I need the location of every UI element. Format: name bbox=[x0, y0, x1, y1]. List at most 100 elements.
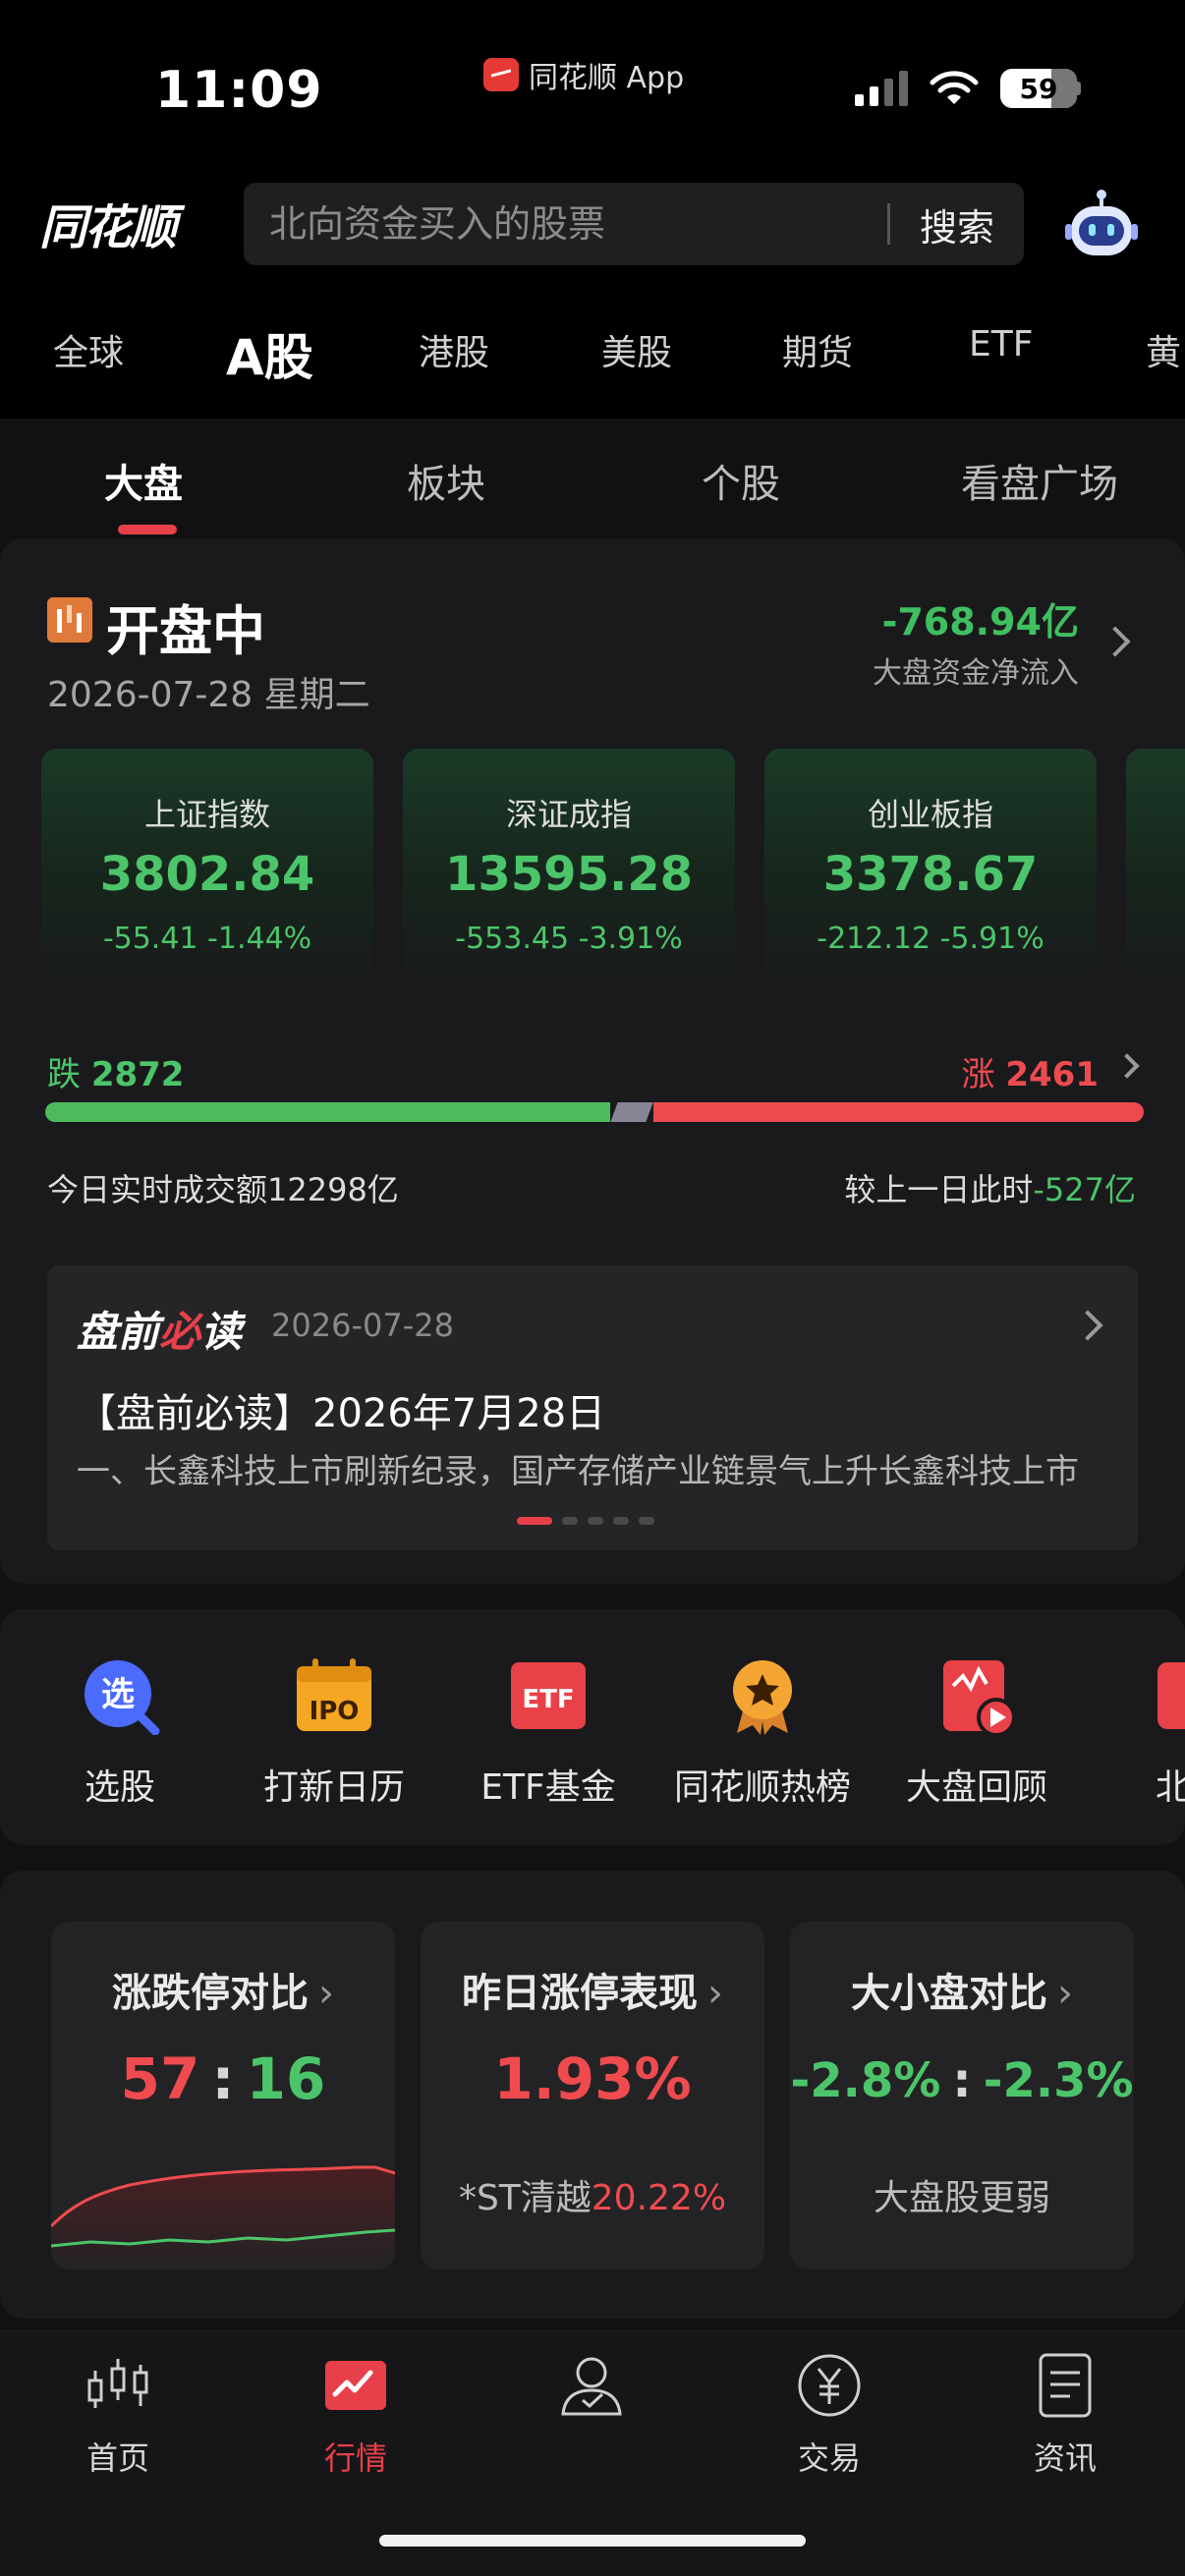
premarket-logo: 盘前必读 bbox=[77, 1308, 243, 1356]
limit-up-performance: 1.93% bbox=[493, 2045, 692, 2112]
status-app-name: 同花顺 App bbox=[529, 61, 685, 95]
index-card-chinext[interactable]: 创业板指 3378.67 -212.12 -5.91% bbox=[764, 749, 1097, 994]
nav-market[interactable]: 行情 bbox=[277, 2351, 434, 2479]
advancers-count[interactable]: 涨 2461 bbox=[962, 1047, 1099, 1095]
news-document-icon bbox=[1039, 2353, 1092, 2418]
yesterday-limit-up-card[interactable]: 昨日涨停表现 1.93% *ST清越20.22% bbox=[421, 1922, 764, 2269]
cap-ratio: -2.8%: -2.3% bbox=[790, 2053, 1134, 2108]
nav-news[interactable]: 资讯 bbox=[987, 2351, 1144, 2479]
shortcut-label: 大盘回顾 bbox=[905, 1767, 1047, 1808]
tab-market-square[interactable]: 看盘广场 bbox=[961, 452, 1118, 509]
index-name: 创业板指 bbox=[867, 796, 993, 833]
top-stock: *ST清越20.22% bbox=[421, 2169, 764, 2220]
large-cap-change: -2.8% bbox=[790, 2053, 941, 2108]
shortcut-label: 打新日历 bbox=[262, 1767, 405, 1808]
tab-a-share[interactable]: A股 bbox=[226, 318, 313, 389]
active-tab-underline bbox=[118, 525, 177, 534]
advancers-value: 2461 bbox=[1005, 1055, 1099, 1094]
card-title: 昨日涨停表现 bbox=[421, 1961, 764, 2018]
market-date: 2026-07-28 星期二 bbox=[47, 675, 370, 715]
shortcut-bse[interactable]: 北交 bbox=[1083, 1656, 1185, 1810]
news-title[interactable]: 【盘前必读】2026年7月28日 bbox=[77, 1381, 605, 1438]
market-chart-icon bbox=[325, 2361, 386, 2410]
index-card-more[interactable] bbox=[1126, 749, 1185, 994]
home-indicator[interactable] bbox=[379, 2535, 806, 2547]
turnover-compare: 较上一日此时-527亿 bbox=[844, 1165, 1136, 1210]
nav-trade[interactable]: 交易 bbox=[751, 2351, 908, 2479]
market-review-icon bbox=[943, 1660, 1016, 1737]
tab-etf[interactable]: ETF bbox=[969, 324, 1033, 364]
tab-global[interactable]: 全球 bbox=[53, 324, 124, 375]
index-value: 3802.84 bbox=[99, 847, 315, 902]
index-card-szse[interactable]: 深证成指 13595.28 -553.45 -3.91% bbox=[403, 749, 735, 994]
stock-picker-icon: 选 bbox=[85, 1660, 160, 1736]
market-status-title: 开盘中 bbox=[106, 600, 265, 662]
limit-trend-sparkline bbox=[51, 2165, 395, 2269]
tab-sectors[interactable]: 板块 bbox=[407, 452, 485, 509]
decliners-count: 跌 2872 bbox=[47, 1047, 184, 1095]
bse-icon bbox=[1157, 1662, 1185, 1729]
index-card-sse[interactable]: 上证指数 3802.84 -55.41 -1.44% bbox=[41, 749, 373, 994]
search-bar[interactable]: 搜索 bbox=[244, 183, 1024, 265]
top-stock-name: *ST清越 bbox=[458, 2178, 592, 2218]
cap-verdict: 大盘股更弱 bbox=[873, 2178, 1050, 2218]
status-bar: 11:09 同花顺 App 59 bbox=[0, 0, 1185, 167]
svg-text:IPO: IPO bbox=[310, 1697, 360, 1726]
net-flow-value[interactable]: -768.94亿 bbox=[882, 591, 1079, 645]
tab-hk[interactable]: 港股 bbox=[419, 324, 489, 375]
index-change: -55.41 -1.44% bbox=[102, 922, 312, 956]
limit-ratio: 57:16 bbox=[120, 2045, 326, 2112]
battery-icon: 59 bbox=[1000, 69, 1081, 108]
chevron-right-icon[interactable] bbox=[1072, 1310, 1103, 1341]
shortcut-hot-list[interactable]: 同花顺热榜 bbox=[654, 1656, 871, 1810]
shortcut-label: 北交 bbox=[1155, 1767, 1185, 1808]
etf-fund-icon: ETF bbox=[511, 1662, 586, 1729]
candlestick-status-icon bbox=[47, 597, 92, 643]
decliners-label: 跌 bbox=[47, 1055, 81, 1094]
nav-advisor[interactable] bbox=[513, 2351, 670, 2434]
card-title: 涨跌停对比 bbox=[51, 1961, 395, 2018]
tab-futures[interactable]: 期货 bbox=[782, 324, 853, 375]
tab-stocks[interactable]: 个股 bbox=[702, 452, 780, 509]
turnover-compare-value: -527亿 bbox=[1033, 1171, 1136, 1208]
shortcut-label: ETF基金 bbox=[480, 1767, 616, 1808]
status-app-indicator[interactable]: 同花顺 App bbox=[483, 53, 684, 96]
cellular-signal-icon bbox=[855, 71, 908, 106]
index-value: 3378.67 bbox=[822, 847, 1039, 902]
shortcut-ipo-calendar[interactable]: IPO 打新日历 bbox=[226, 1656, 442, 1810]
shortcut-label: 选股 bbox=[84, 1767, 155, 1808]
turnover-label: 今日实时成交额12298亿 bbox=[47, 1171, 399, 1208]
nav-home[interactable]: 首页 bbox=[39, 2351, 197, 2479]
premarket-news-card[interactable]: 盘前必读 2026-07-28 【盘前必读】2026年7月28日 一、长鑫科技上… bbox=[47, 1265, 1138, 1550]
ipo-calendar-icon: IPO bbox=[297, 1658, 371, 1731]
search-button[interactable]: 搜索 bbox=[890, 197, 1024, 252]
net-flow-label[interactable]: 大盘资金净流入 bbox=[873, 648, 1079, 692]
app-header: 同花顺 搜索 bbox=[0, 167, 1185, 285]
shortcut-stock-picker[interactable]: 选 选股 bbox=[12, 1656, 228, 1810]
nav-label: 行情 bbox=[323, 2439, 387, 2477]
tab-gold[interactable]: 黄 bbox=[1146, 324, 1181, 375]
advancers-bar bbox=[653, 1102, 1144, 1122]
battery-level: 59 bbox=[1019, 72, 1058, 105]
tab-overview[interactable]: 大盘 bbox=[104, 452, 183, 509]
unchanged-bar bbox=[610, 1102, 653, 1122]
index-value: 13595.28 bbox=[444, 847, 694, 902]
shortcut-market-review[interactable]: 大盘回顾 bbox=[869, 1656, 1085, 1810]
robot-icon[interactable] bbox=[1063, 187, 1140, 261]
nav-label: 首页 bbox=[85, 2439, 149, 2477]
small-cap-change: -2.3% bbox=[983, 2053, 1134, 2108]
news-body[interactable]: 一、长鑫科技上市刷新纪录，国产存储产业链景气上升长鑫科技上市 bbox=[77, 1444, 1099, 1492]
shortcut-etf-fund[interactable]: ETF ETF基金 bbox=[440, 1656, 656, 1810]
index-name: 上证指数 bbox=[143, 796, 270, 833]
candlestick-icon bbox=[87, 2359, 148, 2408]
shortcut-bar: 选 选股 IPO 打新日历 ETF ETF基金 同花顺热榜 大盘回顾 北 bbox=[0, 1609, 1185, 1845]
large-small-cap-card[interactable]: 大小盘对比 -2.8%:-2.3% 大盘股更弱 bbox=[790, 1922, 1134, 2269]
svg-text:ETF: ETF bbox=[522, 1685, 574, 1714]
tab-us[interactable]: 美股 bbox=[601, 324, 672, 375]
limit-down-count: 16 bbox=[246, 2045, 326, 2112]
index-change: -553.45 -3.91% bbox=[455, 922, 683, 956]
search-input[interactable] bbox=[244, 183, 887, 265]
top-stock-change: 20.22% bbox=[591, 2178, 727, 2218]
comparison-panel: 涨跌停对比 57:16 昨日涨停表现 1.93% *ST清越20.22% 大小盘… bbox=[0, 1871, 1185, 2319]
limit-up-down-card[interactable]: 涨跌停对比 57:16 bbox=[51, 1922, 395, 2269]
